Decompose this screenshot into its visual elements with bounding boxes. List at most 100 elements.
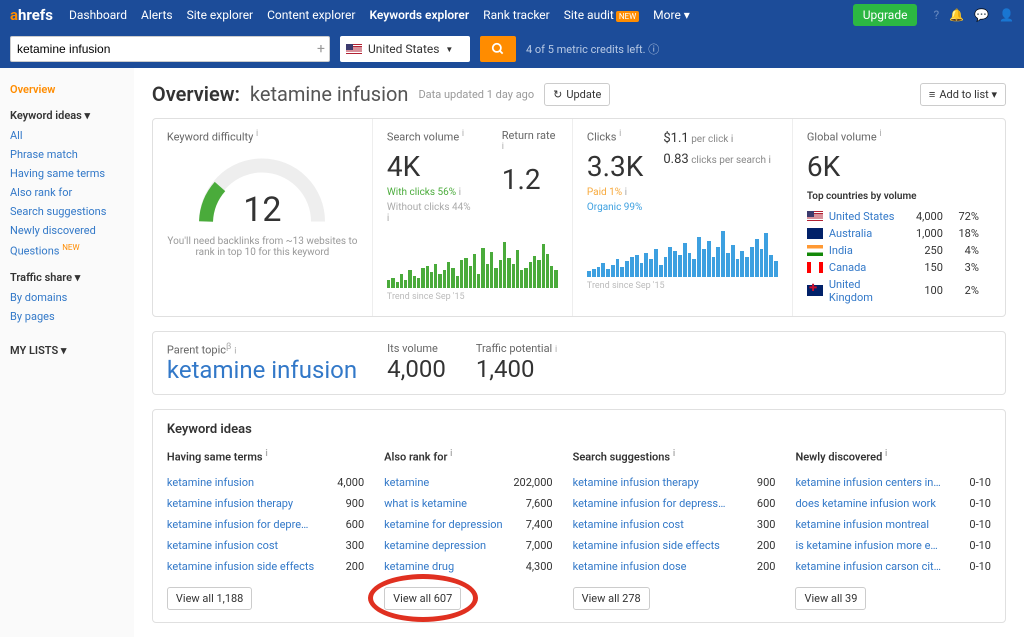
keyword-search-input[interactable]: +: [10, 36, 330, 62]
nav-rank-tracker[interactable]: Rank tracker: [483, 8, 550, 22]
keyword-link[interactable]: ketamine infusion dose: [573, 560, 726, 573]
keyword-link[interactable]: ketamine infusion side effects: [573, 539, 726, 552]
nav-more-▾[interactable]: More ▾: [653, 8, 690, 22]
keyword-link[interactable]: is ketamine infusion more e…: [795, 539, 941, 552]
country-link[interactable]: Canada: [829, 261, 897, 274]
sv-trend-chart: [387, 238, 558, 288]
clicks-with: With clicks 56% i: [387, 187, 472, 198]
country-row: Canada1503%: [807, 259, 979, 276]
country-row: United States4,00072%: [807, 208, 979, 225]
sidebar: Overview Keyword ideas ▾ AllPhrase match…: [0, 68, 134, 637]
flag-icon: [807, 285, 823, 296]
help-icon[interactable]: ?: [933, 8, 939, 22]
search-button[interactable]: [480, 36, 516, 62]
keyword-link[interactable]: ketamine infusion: [167, 476, 314, 489]
nav-dashboard[interactable]: Dashboard: [69, 8, 127, 22]
keyword-row: ketamine infusion centers in…0-10: [795, 472, 991, 493]
keyword-ideas-panel: Keyword ideas Having same terms iketamin…: [152, 409, 1006, 623]
sidebar-item-by-domains[interactable]: By domains: [10, 288, 124, 307]
upgrade-button[interactable]: Upgrade: [853, 4, 918, 26]
keyword-row: ketamine infusion cost300: [167, 535, 364, 556]
keyword-difficulty-panel: Keyword difficulty i 12 You'll need back…: [153, 119, 373, 316]
add-to-list-button[interactable]: ≡ Add to list ▾: [920, 83, 1006, 106]
sidebar-item-phrase-match[interactable]: Phrase match: [10, 145, 124, 164]
sidebar-questions[interactable]: Questions NEW: [10, 240, 124, 261]
country-link[interactable]: United States: [829, 210, 897, 223]
nav-site-audit[interactable]: Site auditNEW: [564, 8, 639, 22]
page-title: Overview:: [152, 82, 240, 106]
keyword-link[interactable]: ketamine infusion therapy: [573, 476, 726, 489]
chevron-down-icon: ▼: [445, 45, 453, 54]
keyword-link[interactable]: what is ketamine: [384, 497, 502, 510]
keyword-link[interactable]: ketamine drug: [384, 560, 502, 573]
user-icon[interactable]: 👤: [999, 8, 1014, 22]
keyword-link[interactable]: ketamine infusion for depre…: [167, 518, 314, 531]
sidebar-item-search-suggestions[interactable]: Search suggestions: [10, 202, 124, 221]
flag-icon: [807, 211, 823, 222]
keyword-link[interactable]: ketamine depression: [384, 539, 502, 552]
keyword-row: ketamine202,000: [384, 472, 552, 493]
keyword-row: ketamine drug4,300: [384, 556, 552, 577]
keyword-link[interactable]: does ketamine infusion work: [795, 497, 941, 510]
view-all-button[interactable]: View all 607: [384, 587, 461, 610]
nav-keywords-explorer[interactable]: Keywords explorer: [369, 8, 469, 22]
ki-col-head: Newly discovered i: [795, 449, 991, 464]
keyword-link[interactable]: ketamine infusion for depress…: [573, 497, 726, 510]
view-all-button[interactable]: View all 1,188: [167, 587, 252, 610]
sidebar-item-by-pages[interactable]: By pages: [10, 307, 124, 326]
add-keyword-icon[interactable]: +: [317, 41, 325, 57]
keyword-row: ketamine infusion cost300: [573, 514, 776, 535]
keyword-link[interactable]: ketamine infusion cost: [573, 518, 726, 531]
flag-icon: [346, 44, 362, 55]
keyword-link[interactable]: ketamine infusion centers in…: [795, 476, 941, 489]
update-button[interactable]: ↻ Update: [544, 83, 610, 106]
keyword-link[interactable]: ketamine: [384, 476, 502, 489]
keyword-row: ketamine infusion therapy900: [573, 472, 776, 493]
data-updated: Data updated 1 day ago: [418, 88, 534, 101]
sidebar-overview[interactable]: Overview: [10, 80, 124, 99]
sidebar-item-also-rank-for[interactable]: Also rank for: [10, 183, 124, 202]
sidebar-item-newly-discovered[interactable]: Newly discovered: [10, 221, 124, 240]
ki-col: Having same terms iketamine infusion4,00…: [167, 449, 364, 610]
country-select[interactable]: United States ▼: [340, 36, 470, 62]
keyword-link[interactable]: ketamine infusion cost: [167, 539, 314, 552]
keyword-row: ketamine infusion side effects200: [167, 556, 364, 577]
keyword-row: ketamine infusion dose200: [573, 556, 776, 577]
global-volume-panel: Global volume i 6K Top countries by volu…: [793, 119, 993, 316]
view-all-button[interactable]: View all 39: [795, 587, 866, 610]
search-volume-value: 4K: [387, 150, 472, 183]
nav-site-explorer[interactable]: Site explorer: [187, 8, 254, 22]
parent-topic-link[interactable]: ketamine infusion: [167, 356, 357, 384]
keyword-link[interactable]: ketamine infusion therapy: [167, 497, 314, 510]
logo: ahrefs: [10, 6, 53, 24]
parent-topic-panel: Parent topicβ i ketamine infusion Its vo…: [152, 331, 1006, 396]
keyword-row: ketamine infusion for depress…600: [573, 493, 776, 514]
keyword-input[interactable]: [17, 42, 323, 56]
sidebar-traffic-head[interactable]: Traffic share ▾: [10, 271, 124, 284]
sidebar-lists-head[interactable]: MY LISTS ▾: [10, 344, 124, 357]
country-link[interactable]: United Kingdom: [829, 278, 897, 304]
traffic-potential: 1,400: [476, 355, 557, 383]
sidebar-ideas-head[interactable]: Keyword ideas ▾: [10, 109, 124, 122]
country-link[interactable]: Australia: [829, 227, 897, 240]
sidebar-item-all[interactable]: All: [10, 126, 124, 145]
view-all-button[interactable]: View all 278: [573, 587, 650, 610]
keyword-link[interactable]: ketamine for depression: [384, 518, 502, 531]
keyword-ideas-heading: Keyword ideas: [167, 422, 991, 437]
keyword-link[interactable]: ketamine infusion carson cit…: [795, 560, 941, 573]
bell-icon[interactable]: 🔔: [949, 8, 964, 22]
chat-icon[interactable]: 💬: [974, 8, 989, 22]
top-nav: ahrefs Dashboard Alerts Site explorer Conte…: [0, 0, 1024, 30]
keyword-row: ketamine infusion for depre…600: [167, 514, 364, 535]
country-link[interactable]: India: [829, 244, 897, 257]
nav-content-explorer[interactable]: Content explorer: [267, 8, 355, 22]
keyword-row: ketamine infusion side effects200: [573, 535, 776, 556]
keyword-link[interactable]: ketamine infusion montreal: [795, 518, 941, 531]
nav-alerts[interactable]: Alerts: [141, 8, 173, 22]
sidebar-item-having-same-terms[interactable]: Having same terms: [10, 164, 124, 183]
ki-col: Also rank for iketamine202,000what is ke…: [384, 449, 552, 610]
keyword-row: ketamine infusion montreal0-10: [795, 514, 991, 535]
keyword-link[interactable]: ketamine infusion side effects: [167, 560, 314, 573]
clicks-value: 3.3K: [587, 150, 643, 183]
ki-col: Newly discovered i ketamine infusion cent…: [795, 449, 991, 610]
